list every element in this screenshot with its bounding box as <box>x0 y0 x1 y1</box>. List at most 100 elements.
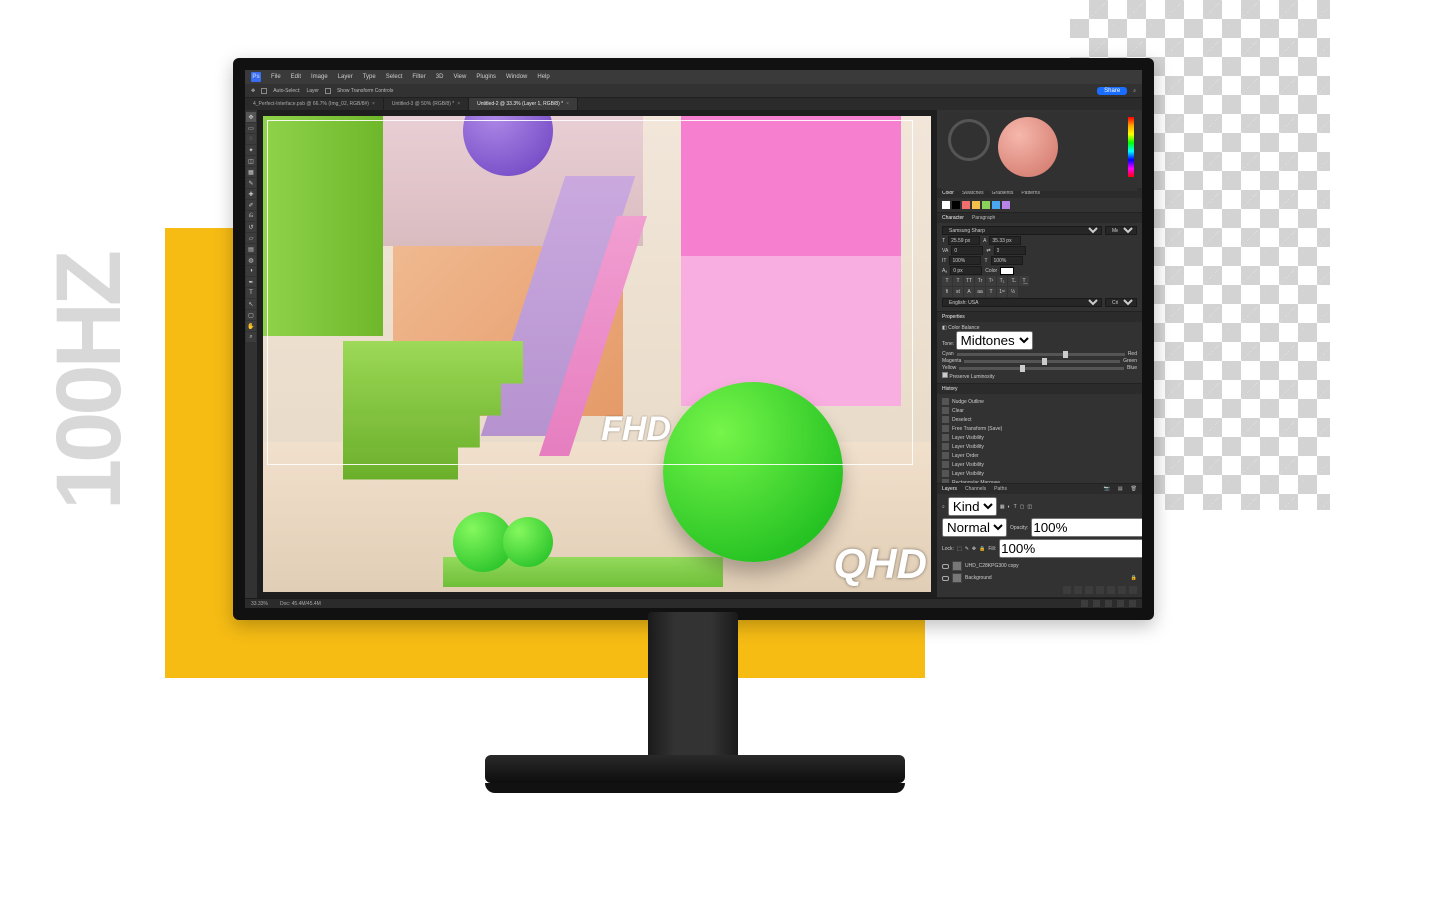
menu-layer[interactable]: Layer <box>338 74 353 80</box>
gradient-tool[interactable]: ▤ <box>246 244 256 254</box>
tone-dropdown[interactable]: Midtones <box>956 331 1033 350</box>
canvas[interactable] <box>263 116 931 592</box>
menu-type[interactable]: Type <box>363 74 376 80</box>
status-icon[interactable] <box>1117 600 1124 607</box>
marquee-tool[interactable]: ▭ <box>246 123 256 133</box>
color-swatch[interactable] <box>992 201 1000 209</box>
eraser-tool[interactable]: ▱ <box>246 233 256 243</box>
close-icon[interactable]: × <box>372 101 375 107</box>
trash-icon[interactable]: 🗑 <box>1131 486 1137 492</box>
text-style-button[interactable]: T͟ <box>1019 276 1029 286</box>
lock-all-icon[interactable]: ⬚ <box>957 546 962 552</box>
opentype-button[interactable]: ½ <box>1008 287 1018 297</box>
history-item[interactable]: Layer Visibility <box>942 433 1137 442</box>
tab-character[interactable]: Character <box>942 215 964 221</box>
close-icon[interactable]: × <box>566 101 569 107</box>
close-icon[interactable]: × <box>457 101 460 107</box>
filter-adjust-icon[interactable]: ◐ <box>1008 504 1011 510</box>
canvas-area[interactable]: FHD QHD <box>257 110 937 598</box>
text-style-button[interactable]: T₁ <box>997 276 1007 286</box>
opentype-button[interactable]: aa <box>975 287 985 297</box>
opentype-button[interactable]: 1ˢᵗ <box>997 287 1007 297</box>
color-wheel-icon[interactable] <box>948 119 990 161</box>
hscale-input[interactable] <box>991 256 1023 265</box>
lock-position-icon[interactable]: ✥ <box>972 546 976 552</box>
text-style-button[interactable]: T̶ <box>1008 276 1018 286</box>
color-preview[interactable] <box>998 117 1058 177</box>
color-swatch[interactable] <box>952 201 960 209</box>
historybrush-tool[interactable]: ↺ <box>246 222 256 232</box>
history-item[interactable]: Clear <box>942 406 1137 415</box>
menu-window[interactable]: Window <box>506 74 527 80</box>
font-weight-dropdown[interactable]: Medium <box>1105 226 1137 235</box>
zoom-tool[interactable]: ⌕ <box>246 332 256 342</box>
text-style-button[interactable]: Tr <box>975 276 985 286</box>
new-layer-icon[interactable] <box>1118 586 1126 594</box>
opentype-button[interactable]: st <box>953 287 963 297</box>
new-doc-icon[interactable]: ▤ <box>1118 486 1123 492</box>
lasso-tool[interactable]: ◌ <box>246 134 256 144</box>
menu-filter[interactable]: Filter <box>412 74 425 80</box>
filter-shape-icon[interactable]: ▢ <box>1020 504 1025 510</box>
layer-filter-dropdown[interactable]: Kind <box>948 497 997 516</box>
tab-history[interactable]: History <box>942 386 958 392</box>
crop-tool[interactable]: ◫ <box>246 156 256 166</box>
font-size-input[interactable] <box>948 236 980 245</box>
text-style-button[interactable]: T¹ <box>986 276 996 286</box>
link-layers-icon[interactable] <box>1063 586 1071 594</box>
hue-slider[interactable] <box>1128 117 1134 177</box>
delete-layer-icon[interactable] <box>1129 586 1137 594</box>
blend-mode-dropdown[interactable]: Normal <box>942 518 1007 537</box>
color-swatch[interactable] <box>982 201 990 209</box>
heal-tool[interactable]: ✚ <box>246 189 256 199</box>
type-tool[interactable]: T <box>246 288 256 298</box>
layer-mask-icon[interactable] <box>1085 586 1093 594</box>
eyedropper-tool[interactable]: ✎ <box>246 178 256 188</box>
filter-type-icon[interactable]: T <box>1014 504 1017 510</box>
tab-layers[interactable]: Layers <box>942 486 957 492</box>
show-transform-checkbox[interactable] <box>325 88 331 94</box>
lock-pixels-icon[interactable]: ✎ <box>965 546 969 552</box>
lock-icon[interactable]: 🔒 <box>979 546 985 552</box>
opentype-button[interactable]: fi <box>942 287 952 297</box>
share-button[interactable]: Share <box>1097 87 1127 95</box>
menu-help[interactable]: Help <box>537 74 549 80</box>
history-item[interactable]: Free Transform (Save) <box>942 424 1137 433</box>
status-icon[interactable] <box>1105 600 1112 607</box>
kerning-input[interactable] <box>951 246 983 255</box>
pen-tool[interactable]: ✒ <box>246 277 256 287</box>
color-swatch[interactable] <box>942 201 950 209</box>
menu-file[interactable]: File <box>271 74 281 80</box>
history-item[interactable]: Deselect <box>942 415 1137 424</box>
menu-view[interactable]: View <box>453 74 466 80</box>
antialias-dropdown[interactable]: Crisp <box>1105 298 1137 307</box>
menu-3d[interactable]: 3D <box>436 74 444 80</box>
history-item[interactable]: Nudge Outline <box>942 397 1137 406</box>
menu-select[interactable]: Select <box>386 74 403 80</box>
status-icon[interactable] <box>1081 600 1088 607</box>
fill-input[interactable] <box>999 539 1142 558</box>
tab-properties[interactable]: Properties <box>942 314 965 320</box>
tab-paths[interactable]: Paths <box>994 486 1007 492</box>
filter-smart-icon[interactable]: ◫ <box>1027 504 1032 510</box>
layer-row[interactable]: Background 🔒 <box>942 572 1137 584</box>
color-balance-slider[interactable]: Magenta Green <box>942 358 1137 364</box>
text-color-swatch[interactable] <box>1000 267 1014 275</box>
tracking-input[interactable] <box>994 246 1026 255</box>
preserve-luminosity-checkbox[interactable] <box>942 372 948 378</box>
menu-image[interactable]: Image <box>311 74 328 80</box>
tab-channels[interactable]: Channels <box>965 486 986 492</box>
history-item[interactable]: Layer Visibility <box>942 469 1137 478</box>
wand-tool[interactable]: ✦ <box>246 145 256 155</box>
font-family-dropdown[interactable]: Samsung Sharp <box>942 226 1102 235</box>
auto-select-checkbox[interactable] <box>261 88 267 94</box>
move-tool[interactable]: ✥ <box>246 112 256 122</box>
dodge-tool[interactable]: ◑ <box>246 266 256 276</box>
opentype-button[interactable]: A <box>964 287 974 297</box>
camera-icon[interactable]: 📷 <box>1104 486 1110 492</box>
menu-edit[interactable]: Edit <box>291 74 301 80</box>
opacity-input[interactable] <box>1031 518 1142 537</box>
hand-tool[interactable]: ✋ <box>246 321 256 331</box>
text-style-button[interactable]: TT <box>964 276 974 286</box>
document-tab[interactable]: Untitled-2 @ 33.3% (Layer 1, RGB/8) * × <box>469 98 578 110</box>
